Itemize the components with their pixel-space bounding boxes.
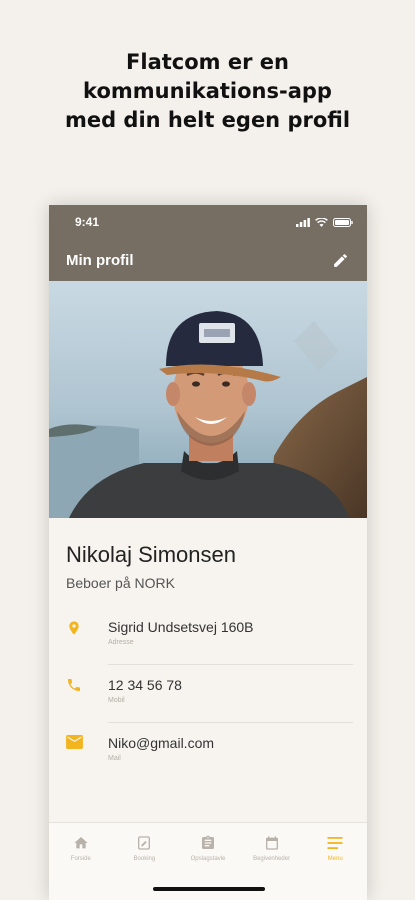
address-row[interactable]: Sigrid Undsetsvej 160B Adresse	[49, 607, 367, 665]
mail-row[interactable]: Niko@gmail.com Mail	[49, 723, 367, 781]
home-icon	[74, 837, 88, 849]
booking-icon	[138, 836, 151, 850]
status-bar: 9:41	[49, 205, 367, 239]
tab-menu[interactable]: Menu	[303, 835, 367, 900]
battery-icon	[333, 217, 353, 227]
signal-icon	[296, 217, 310, 227]
tab-opslagstavle-label: Opslagstavle	[190, 856, 226, 862]
edit-profile-button[interactable]	[329, 249, 351, 271]
headline-line-2: kommunikations-app	[83, 79, 332, 103]
address-value: Sigrid Undsetsvej 160B	[108, 619, 254, 635]
tab-booking-label: Booking	[133, 856, 156, 862]
mail-value: Niko@gmail.com	[108, 735, 215, 751]
marketing-headline: Flatcom er en kommunikations-app med din…	[0, 48, 415, 135]
page-title: Min profil	[66, 251, 134, 269]
profile-role: Beboer på NORK	[66, 575, 175, 591]
headline-line-1: Flatcom er en	[126, 50, 289, 74]
location-pin-icon	[69, 621, 79, 635]
profile-name: Nikolaj Simonsen	[66, 542, 236, 567]
headline-line-3: med din helt egen profil	[64, 108, 351, 132]
clipboard-icon	[201, 835, 214, 849]
calendar-icon	[265, 836, 278, 850]
profile-photo	[49, 281, 367, 518]
profile-photo-image	[49, 281, 367, 518]
tab-forside[interactable]: Forside	[49, 835, 113, 900]
phone-icon	[68, 679, 80, 691]
app-bar: Min profil	[49, 239, 367, 281]
phone-label: Mobil	[108, 697, 125, 704]
tab-forside-label: Forside	[70, 856, 91, 862]
status-icons	[296, 217, 353, 227]
menu-icon	[327, 837, 343, 849]
address-label: Adresse	[108, 639, 134, 646]
home-indicator[interactable]	[153, 887, 265, 891]
profile-details: Sigrid Undsetsvej 160B Adresse 12 34 56 …	[49, 607, 367, 781]
phone-screen: 9:41 Min profil Nikolaj Simonsen Beboer …	[49, 205, 367, 900]
mail-icon	[66, 735, 83, 749]
wifi-icon	[315, 217, 328, 227]
tab-begivenheder-label: Begivenheder	[253, 856, 291, 862]
phone-value: 12 34 56 78	[108, 677, 182, 693]
mail-label: Mail	[108, 755, 121, 762]
phone-row[interactable]: 12 34 56 78 Mobil	[49, 665, 367, 723]
status-time: 9:41	[75, 215, 100, 229]
tab-menu-label: Menu	[327, 856, 343, 862]
tab-bar: Forside Booking Opslagstavle Begivenhede…	[49, 822, 367, 900]
pencil-icon	[333, 253, 347, 267]
